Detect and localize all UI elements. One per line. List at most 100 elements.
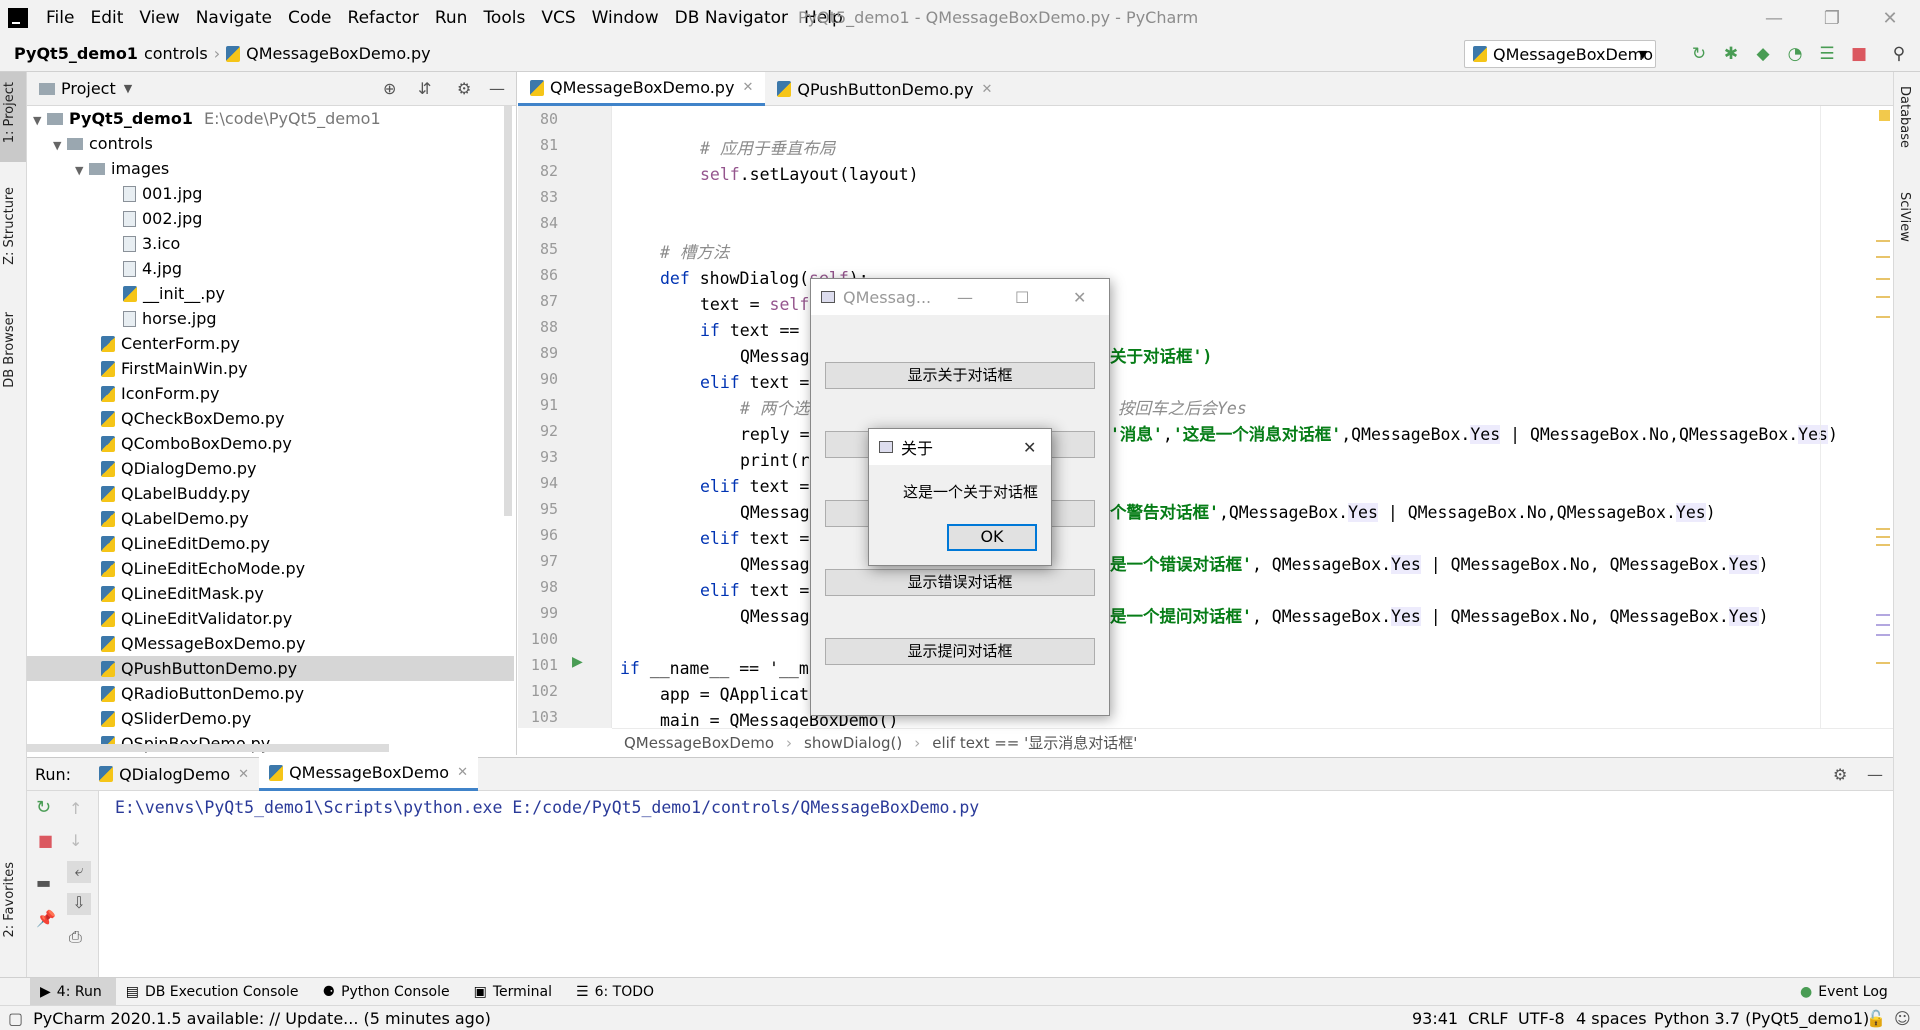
restore-icon[interactable]: ❐ xyxy=(1804,0,1860,36)
tab-qmessageboxdemo[interactable]: QMessageBoxDemo.py ✕ xyxy=(518,72,766,106)
breadcrumb-file[interactable]: QMessageBoxDemo.py xyxy=(246,44,430,63)
code-editor[interactable]: # 应用于垂直布局 self.setLayout(layout) # 槽方法 d… xyxy=(612,106,1893,728)
run-tab-qmessageboxdemo[interactable]: QMessageBoxDemo ✕ xyxy=(259,757,478,791)
menu-navigate[interactable]: Navigate xyxy=(188,0,280,36)
tool-terminal[interactable]: ▣ Terminal xyxy=(464,978,566,1006)
tool-database[interactable]: Database xyxy=(1897,86,1912,148)
tree-file[interactable]: QRadioButtonDemo.py xyxy=(27,681,514,706)
inspector-icon[interactable]: ☺ xyxy=(1894,1009,1911,1028)
tree-file[interactable]: CenterForm.py xyxy=(27,331,514,356)
tree-file[interactable]: 001.jpg xyxy=(27,181,514,206)
breadcrumb-folder[interactable]: controls xyxy=(144,44,208,63)
tree-file[interactable]: QLineEditDemo.py xyxy=(27,531,514,556)
close-tab-icon[interactable]: ✕ xyxy=(981,82,992,97)
tree-file[interactable]: QLabelDemo.py xyxy=(27,506,514,531)
status-message[interactable]: PyCharm 2020.1.5 available: // Update...… xyxy=(33,1009,491,1028)
caret-position[interactable]: 93:41 xyxy=(1412,1009,1458,1028)
file-encoding[interactable]: UTF-8 xyxy=(1518,1009,1565,1028)
tree-file[interactable]: QDialogDemo.py xyxy=(27,456,514,481)
scroll-to-end-icon[interactable]: ⇩ xyxy=(67,893,91,915)
show-error-button[interactable]: 显示错误对话框 xyxy=(825,569,1095,596)
tree-file[interactable]: QSliderDemo.py xyxy=(27,706,514,731)
project-panel-title[interactable]: Project xyxy=(61,79,116,98)
gear-icon[interactable]: ⚙ xyxy=(457,79,471,98)
tree-root[interactable]: ▼ PyQt5_demo1 E:\code\PyQt5_demo1 xyxy=(27,106,514,131)
menu-vcs[interactable]: VCS xyxy=(533,0,583,36)
vertical-scrollbar[interactable] xyxy=(504,106,512,516)
menu-run[interactable]: Run xyxy=(427,0,476,36)
menu-file[interactable]: File xyxy=(38,0,82,36)
locate-icon[interactable]: ⊕ xyxy=(383,79,396,98)
menu-tools[interactable]: Tools xyxy=(475,0,533,36)
tool-structure[interactable]: Z: Structure xyxy=(2,187,17,265)
soft-wrap-icon[interactable]: ⤶ xyxy=(67,861,91,883)
tool-todo[interactable]: ☰ 6: TODO xyxy=(566,978,668,1006)
line-separator[interactable]: CRLF xyxy=(1468,1009,1508,1028)
tree-file[interactable]: QLabelBuddy.py xyxy=(27,481,514,506)
breadcrumb-class[interactable]: QMessageBoxDemo xyxy=(624,734,774,752)
inspection-status-icon[interactable] xyxy=(1879,110,1890,121)
interpreter[interactable]: Python 3.7 (PyQt5_demo1) xyxy=(1654,1009,1869,1028)
tab-qpushbuttondemo[interactable]: QPushButtonDemo.py ✕ xyxy=(765,72,1004,106)
tree-file[interactable]: FirstMainWin.py xyxy=(27,356,514,381)
close-icon[interactable]: ✕ xyxy=(1862,0,1918,36)
tree-file-selected[interactable]: QPushButtonDemo.py xyxy=(27,656,514,681)
profile-icon[interactable]: ◔ xyxy=(1784,43,1806,65)
tree-file[interactable]: QCheckBoxDemo.py xyxy=(27,406,514,431)
tool-event-log[interactable]: ● Event Log xyxy=(1790,978,1902,1006)
breadcrumb-statement[interactable]: elif text == '显示消息对话框' xyxy=(932,732,1137,753)
tree-file[interactable]: 3.ico xyxy=(27,231,514,256)
lock-icon[interactable]: 🔓 xyxy=(1866,1009,1886,1028)
run-console[interactable]: E:\venvs\PyQt5_demo1\Scripts\python.exe … xyxy=(99,791,1893,977)
tool-favorites[interactable]: 2: Favorites xyxy=(2,862,17,938)
close-tab-icon[interactable]: ✕ xyxy=(457,765,468,780)
stop-icon[interactable]: ■ xyxy=(1848,43,1870,65)
tree-file[interactable]: __init__.py xyxy=(27,281,514,306)
close-icon[interactable]: ✕ xyxy=(1073,288,1086,307)
tree-file[interactable]: 002.jpg xyxy=(27,206,514,231)
stop-icon[interactable]: ■ xyxy=(38,831,53,850)
tool-python-console[interactable]: ⚈ Python Console xyxy=(313,978,464,1006)
show-about-button[interactable]: 显示关于对话框 xyxy=(825,362,1095,389)
tree-folder-controls[interactable]: ▼ controls xyxy=(27,131,514,156)
coverage-icon[interactable]: ◆ xyxy=(1752,43,1774,65)
rerun-icon[interactable]: ↻ xyxy=(36,797,51,818)
expand-arrow-icon[interactable]: ▼ xyxy=(53,133,67,158)
minimize-icon[interactable]: — xyxy=(957,288,973,307)
concurrency-icon[interactable]: ☰ xyxy=(1816,43,1838,65)
rerun-icon[interactable]: ↻ xyxy=(1688,43,1710,65)
print-icon[interactable]: ⎙ xyxy=(69,927,82,947)
tree-file[interactable]: IconForm.py xyxy=(27,381,514,406)
menu-refactor[interactable]: Refactor xyxy=(340,0,427,36)
menu-db-navigator[interactable]: DB Navigator xyxy=(667,0,796,36)
close-tab-icon[interactable]: ✕ xyxy=(238,767,249,782)
close-tab-icon[interactable]: ✕ xyxy=(742,80,753,95)
menu-edit[interactable]: Edit xyxy=(82,0,131,36)
expand-arrow-icon[interactable]: ▼ xyxy=(33,108,47,133)
down-arrow-icon[interactable]: ↓ xyxy=(69,831,82,850)
menu-window[interactable]: Window xyxy=(584,0,667,36)
run-gutter-icon[interactable]: ▶ xyxy=(572,654,583,670)
tree-file[interactable]: QMessageBoxDemo.py xyxy=(27,631,514,656)
hide-icon[interactable]: — xyxy=(489,79,505,98)
ok-button[interactable]: OK xyxy=(947,524,1037,551)
indent-setting[interactable]: 4 spaces xyxy=(1576,1009,1647,1028)
show-question-button[interactable]: 显示提问对话框 xyxy=(825,638,1095,665)
search-icon[interactable]: ⚲ xyxy=(1888,43,1910,65)
menu-view[interactable]: View xyxy=(131,0,187,36)
tree-file[interactable]: 4.jpg xyxy=(27,256,514,281)
tree-file[interactable]: QLineEditValidator.py xyxy=(27,606,514,631)
pin-icon[interactable]: 📌 xyxy=(36,909,56,928)
tree-file[interactable]: horse.jpg xyxy=(27,306,514,331)
close-icon[interactable]: ✕ xyxy=(1023,438,1036,457)
up-arrow-icon[interactable]: ↑ xyxy=(69,799,82,818)
run-configuration-select[interactable]: QMessageBoxDemo ▼ xyxy=(1464,40,1656,68)
tree-file[interactable]: QLineEditEchoMode.py xyxy=(27,556,514,581)
gear-icon[interactable]: ⚙ xyxy=(1833,765,1847,784)
chevron-down-icon[interactable]: ▼ xyxy=(124,82,132,95)
collapse-all-icon[interactable]: ⇵ xyxy=(418,79,431,98)
menu-code[interactable]: Code xyxy=(280,0,340,36)
tree-file[interactable]: QLineEditMask.py xyxy=(27,581,514,606)
tool-db-browser[interactable]: DB Browser xyxy=(2,312,17,388)
tree-file[interactable]: QComboBoxDemo.py xyxy=(27,431,514,456)
